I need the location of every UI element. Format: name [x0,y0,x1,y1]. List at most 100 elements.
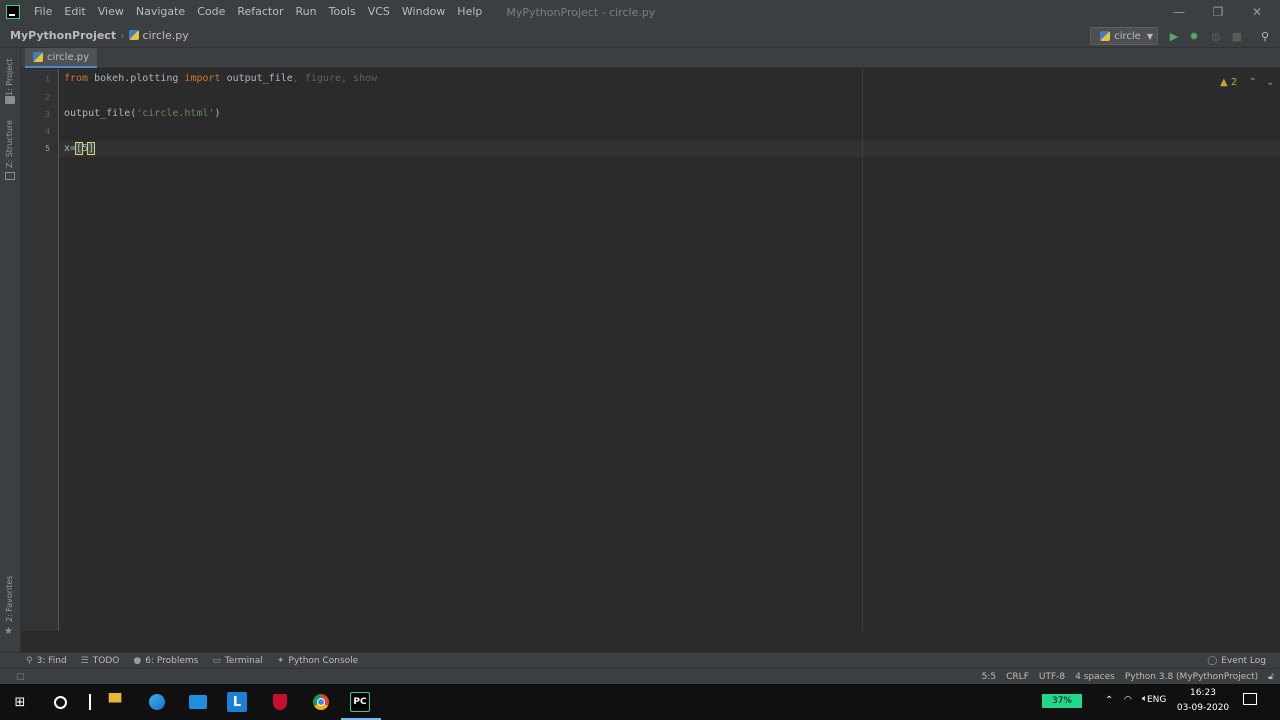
close-button[interactable]: ✕ [1238,0,1276,24]
menu-help[interactable]: Help [451,0,488,24]
breadcrumb-project[interactable]: MyPythonProject [0,29,116,42]
menu-vcs[interactable]: VCS [362,0,396,24]
menu-edit[interactable]: Edit [58,0,91,24]
menu-window[interactable]: Window [396,0,451,24]
menu-run[interactable]: Run [290,0,323,24]
chevron-down-icon: ▼ [1146,31,1153,41]
language-indicator[interactable]: ENG [1147,695,1166,705]
show-hidden-icons-icon[interactable]: ⌃ [1105,695,1113,706]
string-literal: 'circle.html' [136,108,215,119]
debug-icon[interactable]: ✹ [1186,28,1202,44]
terminal-tool-button[interactable]: ▭ Terminal [212,656,263,666]
left-tool-stripe: 1: Project Z: Structure 2: Favorites ★ [0,48,21,652]
find-label: 3: Find [36,655,67,666]
tab-circle-py[interactable]: circle.py [25,48,98,68]
caret-position[interactable]: 5:5 [982,672,996,682]
menu-code[interactable]: Code [191,0,231,24]
chevron-up-icon[interactable]: ⌃ [1248,77,1256,88]
breadcrumb-separator: › [120,29,125,42]
coverage-icon[interactable]: ◍ [1208,28,1224,44]
code-line-1[interactable]: from bokeh.plotting import output_file, … [64,73,377,84]
windows-start-icon[interactable]: ⊞ [8,690,32,714]
python-file-icon [1100,31,1111,41]
breadcrumb-file-label: circle.py [142,29,189,42]
warning-icon: ▲ [1220,77,1228,88]
minimize-button[interactable]: — [1160,0,1198,24]
folder-icon [5,96,15,104]
editor-tab-bar: circle.py [21,48,1280,68]
line-number-gutter: 1 2 3 4 5 [21,69,59,631]
file-encoding[interactable]: UTF-8 [1039,672,1065,682]
python-console-label: Python Console [288,655,359,666]
menu-view[interactable]: View [92,0,130,24]
battery-percent: 37% [1051,696,1072,706]
keyword-from: from [64,73,89,84]
star-icon: ★ [4,626,13,637]
run-configuration-dropdown[interactable]: circle ▼ [1090,27,1158,45]
python-interpreter[interactable]: Python 3.8 (MyPythonProject) [1125,672,1258,682]
restore-button[interactable]: ❐ [1199,0,1237,24]
tool-window-toggle-icon[interactable]: ▢ [16,672,25,682]
terminal-icon: ▭ [212,655,221,666]
event-log-icon: ◯ [1207,655,1218,666]
bottom-tool-bar: ⚲ 3: Find ☰ TODO ● 6: Problems ▭ Terminal ✦ P… [0,652,1280,668]
menu-bar: File Edit View Navigate Code Refactor Ru… [0,0,1280,24]
search-icon: ⚲ [26,655,33,666]
code-editor[interactable]: 1 2 3 4 5 from bokeh.plotting import out… [21,69,1280,631]
current-line-highlight [59,141,1280,157]
problems-icon: ● [133,655,142,666]
python-file-icon [128,30,139,40]
problems-tool-button[interactable]: ● 6: Problems [133,656,198,666]
menu-tools[interactable]: Tools [323,0,362,24]
find-tool-button[interactable]: ⚲ 3: Find [26,656,67,666]
network-icon[interactable]: ◠ [1124,695,1132,705]
task-view-icon[interactable] [78,690,102,714]
todo-tool-button[interactable]: ☰ TODO [81,656,120,666]
clock-time[interactable]: 16:23 [1178,688,1228,698]
close-paren: ) [214,108,221,119]
mail-icon[interactable] [186,690,210,714]
menu-refactor[interactable]: Refactor [231,0,289,24]
file-explorer-icon[interactable]: ▀ [103,690,127,714]
code-line-3[interactable]: output_file('circle.html') [64,108,221,119]
search-everywhere-icon[interactable]: ⚲ [1257,28,1273,44]
python-icon: ✦ [276,655,285,666]
inspection-warnings[interactable]: ▲ 2 ⌃ ⌄ [1220,77,1274,88]
event-log-button[interactable]: ◯ Event Log [1207,656,1266,666]
breadcrumb-file[interactable]: circle.py [128,29,189,42]
cortana-icon[interactable] [48,690,72,714]
menu-file[interactable]: File [28,0,58,24]
structure-icon [5,172,15,180]
status-bar: ▢ 5:5 CRLF UTF-8 4 spaces Python 3.8 (My… [0,668,1280,684]
pycharm-logo-icon [6,5,20,19]
indent-setting[interactable]: 4 spaces [1075,672,1115,682]
terminal-label: Terminal [224,655,263,666]
project-tool-button[interactable]: 1: Project [5,58,14,96]
right-margin-guide [862,69,863,631]
edge-browser-icon[interactable] [145,690,169,714]
notifications-icon[interactable] [1243,693,1257,705]
line-number: 2 [45,93,50,102]
clock-date[interactable]: 03-09-2020 [1174,703,1232,713]
module-name: bokeh.plotting [88,73,185,84]
run-icon[interactable]: ▶ [1166,28,1182,44]
menu-navigate[interactable]: Navigate [130,0,191,24]
pycharm-taskbar-icon[interactable]: PC [350,692,370,712]
favorites-tool-button[interactable]: 2: Favorites [5,576,14,622]
mcafee-icon[interactable] [268,690,292,714]
assignment: x= [64,143,77,154]
chrome-icon[interactable] [309,690,333,714]
lock-icon[interactable]: 🔓︎ [1268,672,1274,682]
code-line-5[interactable]: x=[5] [64,142,96,155]
launcher-l-icon[interactable]: L [227,692,247,712]
python-console-tool-button[interactable]: ✦ Python Console [277,656,358,666]
line-number: 3 [45,110,50,119]
run-configuration-label: circle [1114,30,1141,42]
stop-icon[interactable]: ■ [1229,28,1245,44]
close-bracket: ] [87,142,96,155]
battery-widget[interactable]: 37% [1042,694,1082,708]
structure-tool-button[interactable]: Z: Structure [5,120,14,168]
line-separator[interactable]: CRLF [1006,672,1029,682]
chevron-down-icon[interactable]: ⌄ [1266,77,1274,88]
function-call: output_file( [64,108,137,119]
